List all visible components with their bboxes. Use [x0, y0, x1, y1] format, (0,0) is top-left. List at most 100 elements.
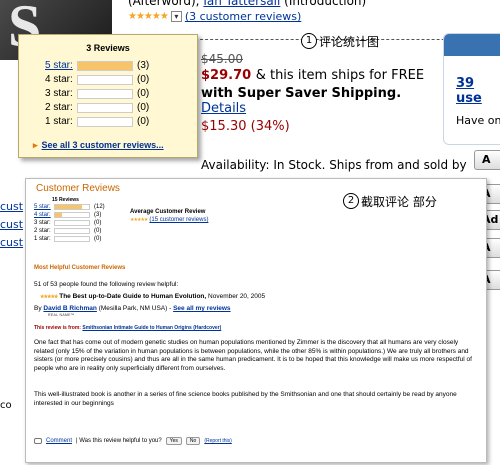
savings: $15.30 (34%) — [201, 119, 290, 134]
panel-bar-fill — [55, 205, 83, 209]
right-sidebar-box: 39 use Have on — [443, 33, 500, 145]
review-title-row: ★★★★★ The Best up-to-Date Guide to Human… — [40, 293, 265, 300]
panel-bar-fill — [55, 213, 62, 217]
popup-row-bar — [77, 102, 133, 113]
price-row: $29.70 & this item ships for FREE — [201, 68, 424, 83]
panel-row-bar — [54, 204, 90, 210]
popup-row-label: 4 star: — [45, 74, 73, 85]
panel-row-label: 1 star: — [34, 236, 51, 242]
panel-row-2: 2 star: (0) — [34, 228, 101, 234]
availability-text: Availability: In Stock. Ships from and s… — [201, 158, 467, 172]
popup-row-bar — [77, 60, 133, 71]
price: $29.70 — [201, 68, 252, 83]
panel-row-count: (0) — [94, 228, 102, 234]
panel-row-bar — [54, 212, 90, 218]
average-review-title: Average Customer Review — [130, 209, 206, 215]
details-link[interactable]: Details — [201, 101, 246, 116]
shipping-text: & this item ships for FREE — [255, 68, 425, 83]
left-link-1[interactable]: cust — [0, 200, 23, 213]
popup-row-label[interactable]: 5 star: — [45, 60, 77, 71]
popup-row-count: (0) — [137, 74, 150, 85]
comment-link[interactable]: Comment — [46, 438, 72, 444]
left-link-3[interactable]: cust — [0, 236, 23, 249]
add-button-1[interactable]: A — [474, 150, 500, 170]
avg-reviews-link[interactable]: (15 customer reviews) — [149, 217, 208, 223]
annotation-label-2: 截取评论 部分 — [361, 195, 437, 209]
popup-row-5[interactable]: 5 star: (3) — [45, 60, 149, 71]
annotation-number-1: 1 — [301, 33, 317, 49]
product-link[interactable]: Smithsonian Intimate Guide to Human Orig… — [82, 325, 221, 331]
triangle-right-icon: ▸ — [33, 140, 38, 150]
review-footer: Comment | Was this review helpful to you… — [34, 437, 232, 445]
no-button[interactable]: No — [185, 437, 201, 445]
popup-row-count: (0) — [137, 116, 150, 127]
annotation-label-1: 评论统计图 — [319, 35, 380, 49]
panel-row-label: 3 star: — [34, 220, 51, 226]
customer-reviews-panel: Customer Reviews 15 Reviews 5 star: (12) … — [25, 178, 487, 463]
popup-bar-fill — [78, 61, 132, 70]
shipping-text-2: with Super Saver Shipping. — [201, 86, 402, 101]
popup-row-4: 4 star: (0) — [45, 74, 149, 85]
author-location: (Mesilla Park, NM USA) - — [98, 305, 172, 312]
report-link[interactable]: (Report this) — [204, 438, 232, 444]
panel-row-bar — [54, 236, 90, 242]
see-all-reviews-link[interactable]: See all 3 customer reviews... — [42, 140, 164, 150]
rating-row: ★★★★★ ▾ (3 customer reviews) — [128, 10, 301, 23]
panel-row-count: (0) — [94, 236, 102, 242]
star-rating-icon: ★★★★★ — [40, 294, 58, 300]
panel-row-label[interactable]: 4 star: — [34, 212, 54, 218]
panel-row-count: (0) — [94, 220, 102, 226]
from-label: This review is from: — [34, 325, 81, 331]
chevron-down-icon[interactable]: ▾ — [170, 11, 182, 22]
popup-row-bar — [77, 88, 133, 99]
left-text-bottom: co — [0, 400, 12, 411]
popup-row-count: (0) — [137, 102, 150, 113]
average-review-row: ★★★★★ (15 customer reviews) — [130, 217, 208, 223]
review-author-row: By David B Richman (Mesilla Park, NM USA… — [34, 305, 231, 312]
review-paragraph-1: One fact that has come out of modern gen… — [34, 339, 472, 372]
popup-row-label: 1 star: — [45, 116, 73, 127]
credit-text: (Afterword), — [128, 0, 200, 8]
popup-row-3: 3 star: (0) — [45, 88, 149, 99]
panel-row-5[interactable]: 5 star: (12) — [34, 204, 105, 210]
left-link-2[interactable]: cust — [0, 218, 23, 231]
panel-row-4[interactable]: 4 star: (3) — [34, 212, 101, 218]
list-price: $45.00 — [201, 52, 243, 66]
reviews-heading: Customer Reviews — [36, 183, 120, 194]
review-count: 15 Reviews — [52, 197, 79, 203]
popup-row-bar — [77, 74, 133, 85]
most-helpful-heading: Most Helpful Customer Reviews — [34, 265, 126, 271]
review-histogram-popup: 3 Reviews 5 star: (3) 4 star: (0) 3 star: (… — [18, 34, 198, 158]
panel-row-1: 1 star: (0) — [34, 236, 101, 242]
panel-row-3: 3 star: (0) — [34, 220, 101, 226]
panel-row-label[interactable]: 5 star: — [34, 204, 54, 210]
popup-row-2: 2 star: (0) — [45, 102, 149, 113]
popup-row-count: (3) — [137, 60, 150, 71]
panel-row-bar — [54, 220, 90, 226]
popup-row-bar — [77, 116, 133, 127]
panel-row-bar — [54, 228, 90, 234]
panel-row-count: (3) — [94, 212, 102, 218]
review-from-row: This review is from: Smithsonian Intimat… — [34, 325, 221, 331]
annotation-number-2: 2 — [343, 193, 359, 209]
customer-reviews-link[interactable]: (3 customer reviews) — [185, 10, 301, 23]
comment-icon — [34, 438, 42, 444]
by-label: By — [34, 305, 42, 312]
popup-row-label: 2 star: — [45, 102, 73, 113]
panel-row-label: 2 star: — [34, 228, 51, 234]
review-title: The Best up-to-Date Guide to Human Evolu… — [59, 293, 207, 300]
see-all-my-reviews-link[interactable]: See all my reviews — [173, 305, 230, 312]
have-one-text: Have on — [456, 114, 500, 127]
real-name-badge: REAL NAME™ — [48, 313, 75, 317]
helpful-count: 51 of 53 people found the following revi… — [34, 281, 179, 288]
used-offers-link[interactable]: 39 use — [456, 76, 500, 106]
star-rating-icon: ★★★★★ — [128, 11, 169, 22]
author-credit: (Afterword), Ian Tattersall (Introductio… — [128, 0, 366, 8]
popup-title: 3 Reviews — [86, 43, 130, 53]
see-all-reviews-row[interactable]: ▸ See all 3 customer reviews... — [33, 140, 164, 151]
author-link[interactable]: Ian Tattersall — [203, 0, 280, 8]
popup-row-label: 3 star: — [45, 88, 73, 99]
sidebar-header — [444, 34, 500, 56]
author-link[interactable]: David B Richman — [43, 305, 96, 312]
yes-button[interactable]: Yes — [165, 437, 182, 445]
